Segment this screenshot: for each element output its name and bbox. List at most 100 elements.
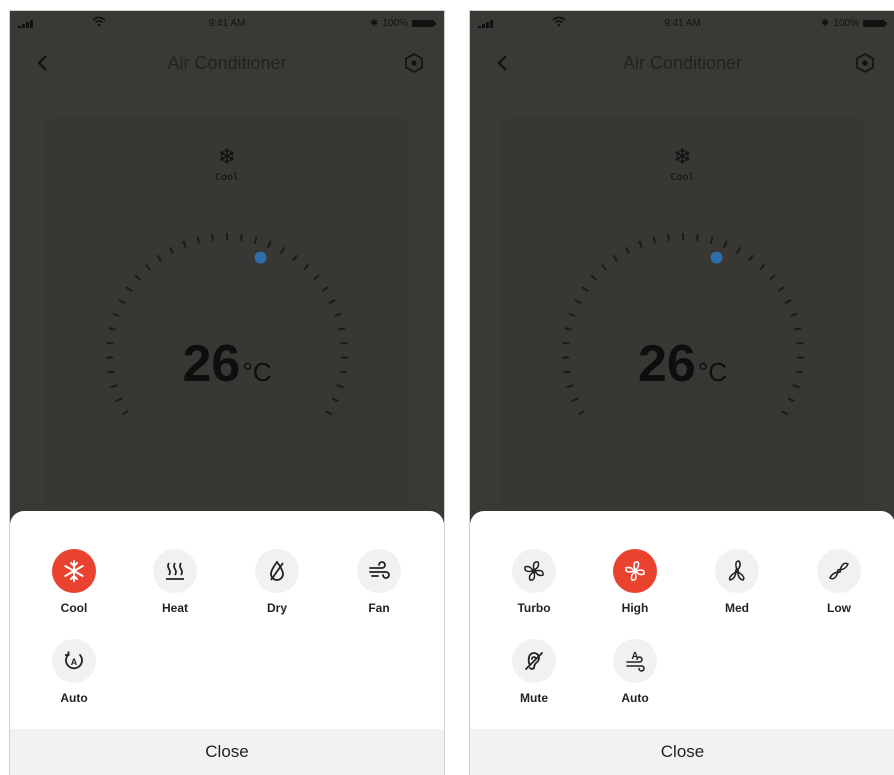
mode-option-fan[interactable]: Fan (339, 549, 419, 615)
dial-tick (626, 247, 629, 253)
dial-tick (293, 255, 297, 261)
mode-option-label: Heat (135, 601, 215, 615)
dial-tick (183, 241, 186, 248)
dry-drop-icon (265, 559, 289, 583)
mode-option-label: Dry (237, 601, 317, 615)
phone-screen-mode: 9:41 AM ✱ 100% Air Conditioner ❄ Cool 26… (9, 10, 445, 775)
snowflake-icon (62, 559, 86, 583)
close-button[interactable]: Close (470, 729, 894, 775)
fan-low-icon (827, 559, 851, 583)
dial-tick (601, 265, 606, 270)
dial-tick (749, 255, 753, 261)
current-mode-label: Cool (470, 172, 894, 183)
dial-tick (338, 328, 345, 329)
dial-tick (737, 247, 740, 253)
fan-option-label: Mute (494, 691, 574, 705)
dial-tick (255, 237, 257, 244)
dial-tick (135, 275, 140, 280)
fan-option-low[interactable]: Low (799, 549, 879, 615)
dial-tick (304, 265, 309, 270)
dial-tick (569, 314, 576, 316)
fan-speed-sheet: Turbo High Med Low Mute A Auto Close (470, 511, 894, 775)
snowflake-icon: ❄ (470, 146, 894, 168)
dial-tick (122, 411, 128, 415)
fan-turbo-icon (522, 559, 546, 583)
dial-tick (782, 411, 788, 415)
battery-icon (412, 20, 434, 27)
battery-indicator: ✱ 100% (370, 18, 434, 29)
dial-handle[interactable] (255, 252, 267, 264)
dial-tick (281, 247, 284, 253)
dial-tick (572, 398, 578, 401)
dial-tick (794, 328, 801, 329)
dial-handle[interactable] (711, 252, 723, 264)
current-mode-indicator: ❄ Cool (10, 146, 444, 183)
fan-option-auto[interactable]: A Auto (595, 639, 675, 705)
dial-tick (329, 300, 335, 303)
dial-tick (326, 411, 332, 415)
mode-option-auto[interactable]: A Auto (34, 639, 114, 705)
mode-option-cool[interactable]: Cool (34, 549, 114, 615)
battery-text: 100% (382, 18, 408, 29)
dial-tick (653, 237, 655, 244)
battery-indicator: ✱ 100% (821, 18, 885, 29)
dial-tick (575, 300, 581, 303)
current-mode-indicator: ❄ Cool (470, 146, 894, 183)
settings-button[interactable] (402, 51, 426, 75)
dial-tick (770, 275, 775, 280)
fan-option-mute[interactable]: Mute (494, 639, 574, 705)
temperature-unit: °C (698, 357, 727, 387)
dial-tick (785, 300, 791, 303)
svg-text:A: A (631, 651, 638, 662)
fan-option-label: High (595, 601, 675, 615)
dial-tick (157, 255, 161, 261)
fan-med-icon (725, 559, 749, 583)
fan-high-icon (623, 559, 647, 583)
battery-icon (863, 20, 885, 27)
temperature-display: 26°C (470, 334, 894, 394)
temperature-unit: °C (242, 357, 271, 387)
dial-tick (788, 398, 794, 401)
svg-text:A: A (71, 657, 78, 667)
dial-tick (116, 398, 122, 401)
fan-option-med[interactable]: Med (697, 549, 777, 615)
dial-tick (314, 275, 319, 280)
fan-option-turbo[interactable]: Turbo (494, 549, 574, 615)
dial-tick (582, 287, 588, 291)
page-title: Air Conditioner (470, 53, 894, 74)
mode-option-label: Auto (34, 691, 114, 705)
fan-option-label: Low (799, 601, 879, 615)
phone-screen-fan-speed: 9:41 AM ✱ 100% Air Conditioner ❄ Cool 26… (469, 10, 894, 775)
dial-tick (197, 237, 199, 244)
current-mode-label: Cool (10, 172, 444, 183)
dial-tick (760, 265, 765, 270)
dial-tick (335, 314, 342, 316)
dial-tick (778, 287, 784, 291)
dial-tick (119, 300, 125, 303)
mode-option-heat[interactable]: Heat (135, 549, 215, 615)
dial-tick (212, 234, 213, 241)
dial-tick (613, 255, 617, 261)
bluetooth-icon: ✱ (821, 18, 829, 29)
fan-option-high[interactable]: High (595, 549, 675, 615)
settings-icon (855, 53, 875, 73)
dial-tick (322, 287, 328, 291)
close-button[interactable]: Close (10, 729, 444, 775)
status-bar: 9:41 AM ✱ 100% (10, 11, 444, 37)
dial-tick (724, 241, 727, 248)
dial-tick (639, 241, 642, 248)
mode-option-dry[interactable]: Dry (237, 549, 317, 615)
snowflake-icon: ❄ (10, 146, 444, 168)
temperature-value: 26 (638, 335, 696, 393)
mode-sheet: Cool Heat Dry Fan A Auto Close (10, 511, 444, 775)
status-bar: 9:41 AM ✱ 100% (470, 11, 894, 37)
temperature-display: 26°C (10, 334, 444, 394)
dial-tick (170, 247, 173, 253)
mode-option-label: Cool (34, 601, 114, 615)
battery-text: 100% (833, 18, 859, 29)
settings-button[interactable] (853, 51, 877, 75)
dial-tick (268, 241, 271, 248)
dial-tick (332, 398, 338, 401)
dial-tick (578, 411, 584, 415)
dial-tick (591, 275, 596, 280)
